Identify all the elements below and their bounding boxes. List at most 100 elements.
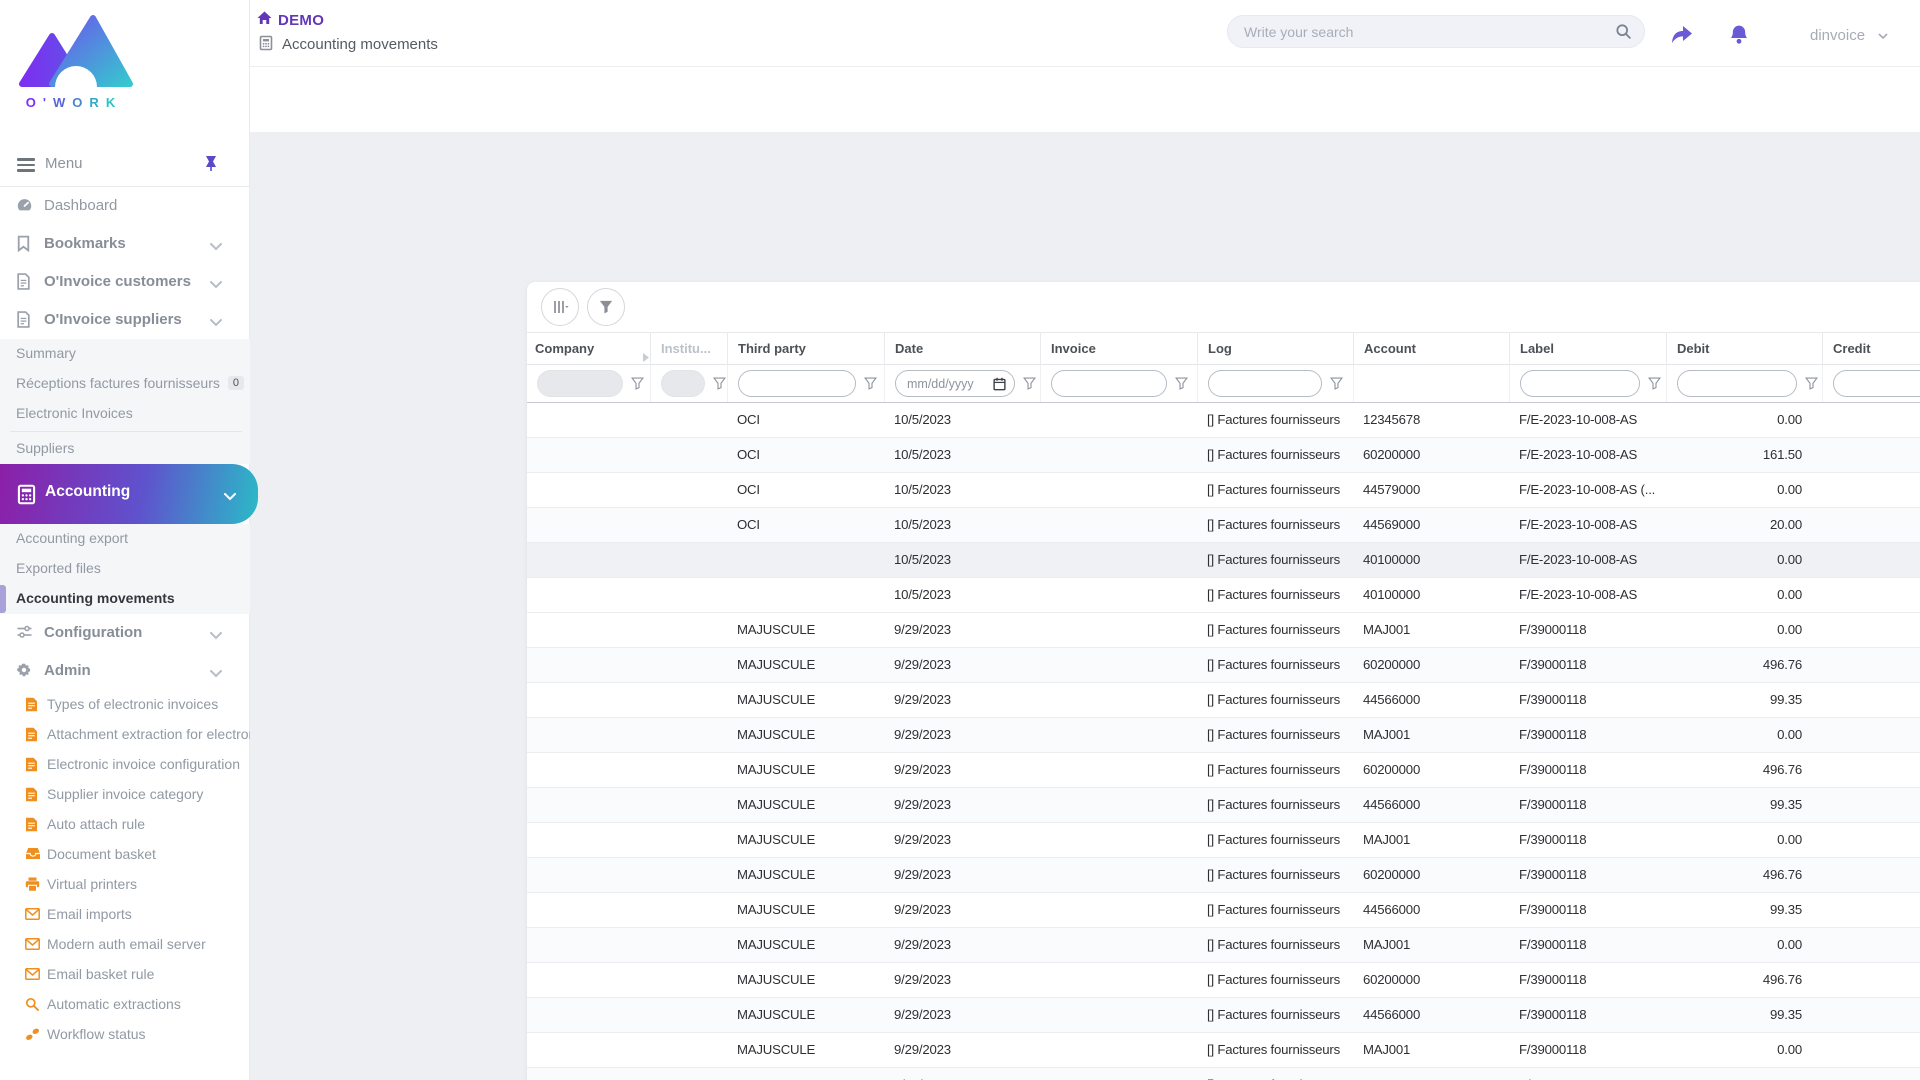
sidebar-subitem-supplier-invoice-category[interactable]: Supplier invoice category bbox=[0, 780, 250, 810]
sidebar-subitem-accounting-movements[interactable]: Accounting movements bbox=[0, 584, 250, 614]
filter-text-input[interactable] bbox=[1062, 375, 1156, 393]
funnel-icon[interactable] bbox=[1023, 377, 1036, 394]
funnel-icon[interactable] bbox=[1648, 377, 1661, 394]
table-row[interactable]: OCI 10/5/2023 [] Factures fournisseurs 4456… bbox=[527, 508, 1920, 543]
column-header-company[interactable]: Company bbox=[527, 333, 650, 365]
column-header-institution[interactable]: Institu... bbox=[650, 333, 727, 365]
funnel-icon[interactable] bbox=[1175, 377, 1188, 394]
filter-input-log[interactable] bbox=[1208, 370, 1322, 397]
table-row[interactable]: MAJUSCULE9/29/2023[] Factures fournisseu… bbox=[527, 683, 1920, 718]
sidebar-subitem-auto-attach-rule[interactable]: Auto attach rule bbox=[0, 810, 250, 840]
cell-company bbox=[527, 543, 650, 577]
table-row[interactable]: MAJUSCULE9/29/2023[] Factures fournisseu… bbox=[527, 893, 1920, 928]
filter-text-input[interactable] bbox=[1844, 375, 1920, 393]
hamburger-icon[interactable] bbox=[17, 158, 35, 172]
column-header-debit[interactable]: Debit bbox=[1666, 333, 1822, 365]
table-row[interactable]: MAJUSCULE9/29/2023[] Factures fournisseu… bbox=[527, 858, 1920, 893]
column-header-third_party[interactable]: Third party bbox=[727, 333, 884, 365]
sidebar-subitem-types-of-electronic-invoices[interactable]: Types of electronic invoices bbox=[0, 690, 250, 720]
expand-columns-icon[interactable] bbox=[642, 351, 650, 365]
table-row[interactable]: OCI 10/5/2023 [] Factures fournisseurs 1234… bbox=[527, 403, 1920, 438]
calendar-icon[interactable] bbox=[993, 377, 1006, 395]
share-icon[interactable] bbox=[1668, 24, 1694, 51]
funnel-icon[interactable] bbox=[713, 377, 726, 394]
sidebar-subitem-summary[interactable]: Summary bbox=[0, 339, 250, 369]
filter-cell-log bbox=[1197, 365, 1353, 402]
column-header-invoice[interactable]: Invoice bbox=[1040, 333, 1197, 365]
table-row[interactable]: MAJUSCULE9/29/2023[] Factures fournisseu… bbox=[527, 648, 1920, 683]
table-row[interactable]: MAJUSCULE9/29/2023[] Factures fournisseu… bbox=[527, 718, 1920, 753]
sidebar-subitem-exported-files[interactable]: Exported files bbox=[0, 554, 250, 584]
table-row[interactable]: 10/5/2023 [] Factures fournisseurs 4010000… bbox=[527, 578, 1920, 613]
filter-input-debit[interactable] bbox=[1677, 370, 1797, 397]
filter-text-input[interactable] bbox=[749, 375, 845, 393]
table-header-row: Company Institu... Third party Date Invoice L… bbox=[527, 332, 1920, 365]
funnel-icon[interactable] bbox=[864, 377, 877, 394]
sidebar-section-accounting[interactable]: Accounting bbox=[0, 464, 258, 524]
table-row[interactable]: MAJUSCULE9/29/2023[] Factures fournisseu… bbox=[527, 753, 1920, 788]
sidebar-subitem-r-ceptions-factures-fournisseurs[interactable]: Réceptions factures fournisseurs 0 bbox=[0, 369, 250, 399]
table-row[interactable]: OCI 10/5/2023 [] Factures fournisseurs 6020… bbox=[527, 438, 1920, 473]
sidebar-item-configuration[interactable]: Configuration bbox=[0, 614, 250, 652]
table-row[interactable]: 10/5/2023 [] Factures fournisseurs 4010000… bbox=[527, 543, 1920, 578]
table-card: Company Institu... Third party Date Invoice L… bbox=[527, 282, 1920, 1080]
sidebar-subitem-email-basket-rule[interactable]: Email basket rule bbox=[0, 960, 250, 990]
funnel-icon[interactable] bbox=[631, 377, 644, 394]
filter-input-third_party[interactable] bbox=[738, 370, 856, 397]
cell-company bbox=[527, 858, 650, 892]
filter-input-label[interactable] bbox=[1520, 370, 1640, 397]
cell-invoice bbox=[1040, 578, 1197, 612]
sidebar-subitem-electronic-invoices[interactable]: Electronic Invoices bbox=[0, 399, 250, 429]
funnel-icon[interactable] bbox=[1805, 377, 1818, 394]
search-icon[interactable] bbox=[1615, 23, 1632, 45]
sidebar-section-label: Accounting bbox=[45, 483, 131, 500]
breadcrumb-home-label[interactable]: DEMO bbox=[278, 12, 324, 29]
table-row[interactable]: MAJUSCULE9/29/2023[] Factures fournisseu… bbox=[527, 963, 1920, 998]
table-row[interactable]: MAJUSCULE9/29/2023[] Factures fournisseu… bbox=[527, 823, 1920, 858]
sidebar-subitem-virtual-printers[interactable]: Virtual printers bbox=[0, 870, 250, 900]
table-row[interactable]: MAJUSCULE9/29/2023[] Factures fournisseu… bbox=[527, 998, 1920, 1033]
sidebar-item-o-invoice-suppliers[interactable]: O'Invoice suppliers bbox=[0, 301, 250, 339]
table-row[interactable]: MAJUSCULE9/29/2023[] Factures fournisseu… bbox=[527, 1068, 1920, 1080]
sidebar-item-dashboard[interactable]: Dashboard bbox=[0, 187, 250, 225]
sidebar-subitem-modern-auth-email-server[interactable]: Modern auth email server bbox=[0, 930, 250, 960]
filter-input-credit[interactable] bbox=[1833, 370, 1920, 397]
column-header-credit[interactable]: Credit bbox=[1822, 333, 1920, 365]
pin-icon[interactable] bbox=[204, 155, 218, 177]
sidebar-item-bookmarks[interactable]: Bookmarks bbox=[0, 225, 250, 263]
table-row[interactable]: MAJUSCULE9/29/2023[] Factures fournisseu… bbox=[527, 788, 1920, 823]
sidebar-item-o-invoice-customers[interactable]: O'Invoice customers bbox=[0, 263, 250, 301]
breadcrumb[interactable]: DEMO bbox=[256, 10, 324, 30]
table-row[interactable]: OCI 10/5/2023 [] Factures fournisseurs 4457… bbox=[527, 473, 1920, 508]
sidebar-subitem-document-basket[interactable]: Document basket bbox=[0, 840, 250, 870]
column-header-label[interactable]: Label bbox=[1509, 333, 1666, 365]
sidebar-subitem-email-imports[interactable]: Email imports bbox=[0, 900, 250, 930]
filter-input-invoice[interactable] bbox=[1051, 370, 1167, 397]
table-row[interactable]: MAJUSCULE9/29/2023[] Factures fournisseu… bbox=[527, 928, 1920, 963]
filter-text-input[interactable] bbox=[1219, 375, 1311, 393]
sidebar-subitem-automatic-extractions[interactable]: Automatic extractions bbox=[0, 990, 250, 1020]
user-menu[interactable]: dinvoice bbox=[1810, 27, 1888, 45]
sidebar-subitem-electronic-invoice-configuration[interactable]: Electronic invoice configuration bbox=[0, 750, 250, 780]
column-header-label: Account bbox=[1364, 341, 1416, 356]
cell-log: [] Factures fournisseurs bbox=[1207, 902, 1340, 917]
cell-third_party: MAJUSCULE bbox=[737, 622, 816, 637]
columns-visibility-button[interactable] bbox=[541, 288, 579, 326]
notifications-bell-icon[interactable] bbox=[1728, 24, 1750, 52]
filter-date-date[interactable]: mm/dd/yyyy bbox=[895, 370, 1015, 397]
column-header-account[interactable]: Account bbox=[1353, 333, 1509, 365]
sidebar-subitem-accounting-export[interactable]: Accounting export bbox=[0, 524, 250, 554]
funnel-icon[interactable] bbox=[1330, 377, 1343, 394]
filter-text-input[interactable] bbox=[1688, 375, 1786, 393]
filter-button[interactable] bbox=[587, 288, 625, 326]
search-input[interactable] bbox=[1244, 22, 1594, 42]
column-header-date[interactable]: Date bbox=[884, 333, 1040, 365]
sidebar-item-admin[interactable]: Admin bbox=[0, 652, 250, 690]
sidebar-subitem-attachment-extraction-for-electroni[interactable]: Attachment extraction for electroni bbox=[0, 720, 250, 750]
sidebar-subitem-workflow-status[interactable]: Workflow status bbox=[0, 1020, 250, 1050]
sidebar-subitem-suppliers[interactable]: Suppliers bbox=[0, 434, 250, 464]
column-header-log[interactable]: Log bbox=[1197, 333, 1353, 365]
table-row[interactable]: MAJUSCULE9/29/2023[] Factures fournisseu… bbox=[527, 1033, 1920, 1068]
table-row[interactable]: MAJUSCULE9/29/2023[] Factures fournisseu… bbox=[527, 613, 1920, 648]
filter-text-input[interactable] bbox=[1531, 375, 1629, 393]
